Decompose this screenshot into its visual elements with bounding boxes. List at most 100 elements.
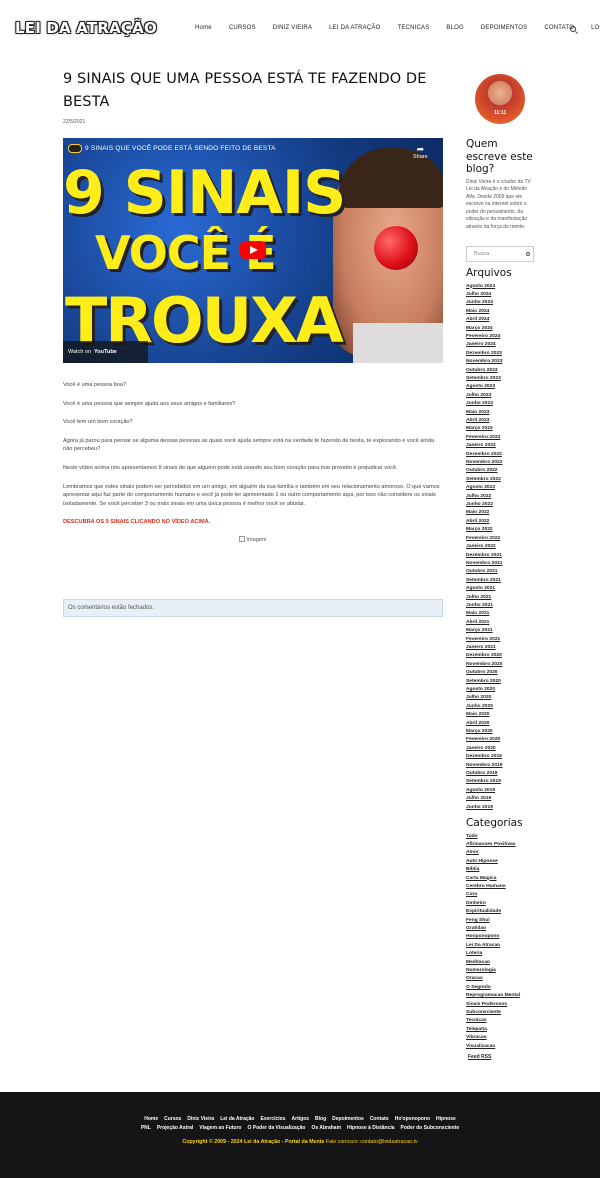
- archive-link[interactable]: Março 2023: [466, 425, 536, 433]
- archive-link[interactable]: Março 2024: [466, 325, 536, 333]
- search-input[interactable]: Busca: [466, 246, 534, 262]
- archive-link[interactable]: Agosto 2023: [466, 383, 536, 391]
- category-link[interactable]: Afirmacoes Positivas: [466, 841, 536, 849]
- video-embed[interactable]: 9 SINAIS VOCÊ É TROUXA 9 SINAIS QUE VOCÊ…: [63, 138, 443, 363]
- footer-link[interactable]: Diniz Vieira: [187, 1116, 214, 1122]
- archive-link[interactable]: Janeiro 2020: [466, 745, 536, 753]
- archive-link[interactable]: Fevereiro 2022: [466, 535, 536, 543]
- nav-item[interactable]: DEPOIMENTOS: [481, 25, 527, 31]
- archive-link[interactable]: Agosto 2022: [466, 484, 536, 492]
- category-link[interactable]: Gratidao: [466, 925, 536, 933]
- category-link[interactable]: Dinheiro: [466, 900, 536, 908]
- video-title[interactable]: 9 SINAIS QUE VOCÊ PODE ESTÁ SENDO FEITO …: [85, 145, 276, 152]
- archive-link[interactable]: Setembro 2023: [466, 375, 536, 383]
- site-logo[interactable]: LEI DA ATRAÇÃO: [15, 19, 157, 37]
- footer-link[interactable]: Home: [144, 1116, 158, 1122]
- archive-link[interactable]: Dezembro 2020: [466, 652, 536, 660]
- archive-link[interactable]: Abril 2021: [466, 619, 536, 627]
- archive-link[interactable]: Novembro 2020: [466, 661, 536, 669]
- share-button[interactable]: ➦ Share: [413, 144, 428, 160]
- footer-link[interactable]: Ho'oponopono: [395, 1116, 430, 1122]
- category-link[interactable]: Telepatia: [466, 1026, 536, 1034]
- archive-link[interactable]: Dezembro 2021: [466, 552, 536, 560]
- footer-link[interactable]: Hipnose à Distância: [347, 1125, 395, 1131]
- category-link[interactable]: Reprogramacao Mental: [466, 992, 536, 1000]
- archive-link[interactable]: Fevereiro 2021: [466, 636, 536, 644]
- archive-link[interactable]: Julho 2020: [466, 694, 536, 702]
- search-icon[interactable]: [570, 26, 576, 32]
- category-link[interactable]: Hooponopono: [466, 933, 536, 941]
- footer-link[interactable]: Os Abraham: [311, 1125, 341, 1131]
- archive-link[interactable]: Junho 2024: [466, 299, 536, 307]
- category-link[interactable]: Subconsciente: [466, 1009, 536, 1017]
- archive-link[interactable]: Janeiro 2021: [466, 644, 536, 652]
- archive-link[interactable]: Março 2022: [466, 526, 536, 534]
- footer-link[interactable]: O Poder da Visualização: [247, 1125, 305, 1131]
- category-link[interactable]: Cerebro Humano: [466, 883, 536, 891]
- category-link[interactable]: Loteria: [466, 950, 536, 958]
- archive-link[interactable]: Julho 2019: [466, 795, 536, 803]
- play-button-icon[interactable]: [240, 241, 266, 259]
- archive-link[interactable]: Agosto 2021: [466, 585, 536, 593]
- category-link[interactable]: Cura: [466, 891, 536, 899]
- category-link[interactable]: Tecnicas: [466, 1017, 536, 1025]
- category-link[interactable]: Numerologia: [466, 967, 536, 975]
- archive-link[interactable]: Julho 2021: [466, 594, 536, 602]
- footer-link[interactable]: Exercícios: [261, 1116, 286, 1122]
- search-icon[interactable]: [526, 252, 530, 256]
- nav-item[interactable]: LOGIN: [591, 25, 600, 31]
- category-link[interactable]: Visualizacao: [466, 1043, 536, 1051]
- contact-email-link[interactable]: Fale conosco: contato@leidaatracao.tv: [326, 1139, 418, 1145]
- footer-link[interactable]: Cursos: [164, 1116, 181, 1122]
- archive-link[interactable]: Julho 2024: [466, 291, 536, 299]
- footer-link[interactable]: Blog: [315, 1116, 326, 1122]
- category-link[interactable]: O Segredo: [466, 984, 536, 992]
- nav-item[interactable]: CURSOS: [229, 25, 256, 31]
- footer-link[interactable]: Projeção Astral: [157, 1125, 194, 1131]
- nav-item[interactable]: BLOG: [446, 25, 463, 31]
- category-link[interactable]: Oracao: [466, 975, 536, 983]
- archive-link[interactable]: Abril 2024: [466, 316, 536, 324]
- footer-link[interactable]: Artigos: [292, 1116, 310, 1122]
- footer-link[interactable]: PNL: [141, 1125, 151, 1131]
- category-link[interactable]: Sinais Poderosos: [466, 1001, 536, 1009]
- footer-link[interactable]: Contato: [370, 1116, 389, 1122]
- archive-link[interactable]: Abril 2023: [466, 417, 536, 425]
- archive-link[interactable]: Fevereiro 2020: [466, 736, 536, 744]
- nav-item[interactable]: Home: [195, 25, 212, 31]
- archive-link[interactable]: Novembro 2023: [466, 358, 536, 366]
- archive-link[interactable]: Julho 2022: [466, 493, 536, 501]
- archive-link[interactable]: Dezembro 2023: [466, 350, 536, 358]
- footer-link[interactable]: Lei da Atração: [220, 1116, 254, 1122]
- archive-link[interactable]: Agosto 2020: [466, 686, 536, 694]
- archive-link[interactable]: Maio 2024: [466, 308, 536, 316]
- archive-link[interactable]: Março 2021: [466, 627, 536, 635]
- category-link[interactable]: Carta Magica: [466, 875, 536, 883]
- archive-link[interactable]: Novembro 2019: [466, 762, 536, 770]
- category-link[interactable]: Vibracao: [466, 1034, 536, 1042]
- archive-link[interactable]: Maio 2020: [466, 711, 536, 719]
- archive-link[interactable]: Junho 2023: [466, 400, 536, 408]
- archive-link[interactable]: Setembro 2019: [466, 778, 536, 786]
- archive-link[interactable]: Outubro 2022: [466, 467, 536, 475]
- archive-link[interactable]: Abril 2022: [466, 518, 536, 526]
- archive-link[interactable]: Setembro 2022: [466, 476, 536, 484]
- archive-link[interactable]: Outubro 2019: [466, 770, 536, 778]
- archive-link[interactable]: Julho 2023: [466, 392, 536, 400]
- archive-link[interactable]: Novembro 2022: [466, 459, 536, 467]
- archive-link[interactable]: Outubro 2023: [466, 367, 536, 375]
- category-link[interactable]: Meditacao: [466, 959, 536, 967]
- footer-link[interactable]: Viagem ao Futuro: [199, 1125, 241, 1131]
- archive-link[interactable]: Abril 2020: [466, 720, 536, 728]
- archive-link[interactable]: Junho 2022: [466, 501, 536, 509]
- archive-link[interactable]: Março 2020: [466, 728, 536, 736]
- archive-link[interactable]: Junho 2020: [466, 703, 536, 711]
- archive-link[interactable]: Junho 2019: [466, 804, 536, 812]
- archive-link[interactable]: Janeiro 2024: [466, 341, 536, 349]
- archive-link[interactable]: Setembro 2020: [466, 678, 536, 686]
- archive-link[interactable]: Maio 2021: [466, 610, 536, 618]
- archive-link[interactable]: Maio 2022: [466, 509, 536, 517]
- category-link[interactable]: Auto Hipnose: [466, 858, 536, 866]
- category-link[interactable]: Amor: [466, 849, 536, 857]
- archive-link[interactable]: Novembro 2021: [466, 560, 536, 568]
